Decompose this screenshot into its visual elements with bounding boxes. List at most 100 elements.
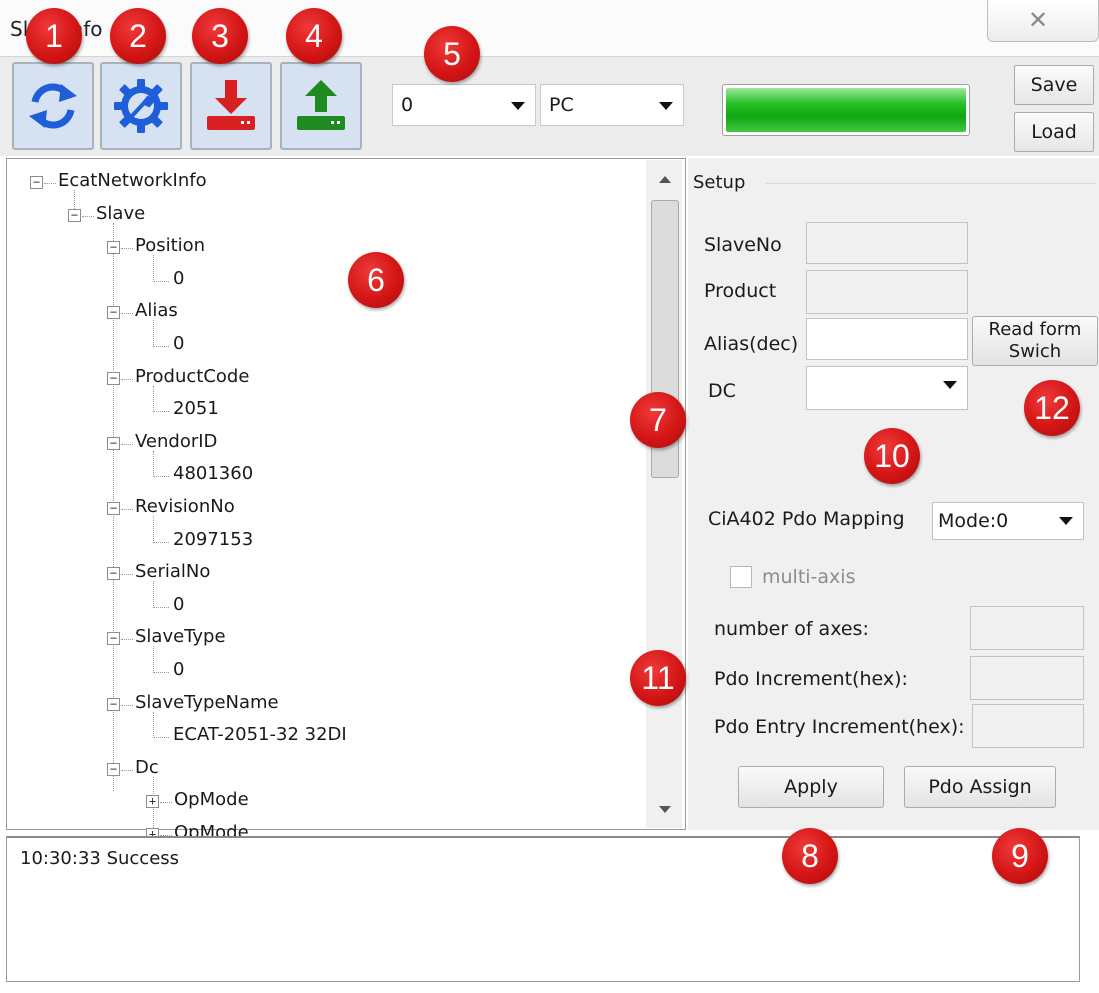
pdo-increment-field[interactable] bbox=[970, 656, 1084, 700]
refresh-icon bbox=[29, 83, 77, 129]
load-button[interactable]: Load bbox=[1014, 112, 1094, 152]
callout-badge-1: 1 bbox=[26, 8, 82, 64]
callout-badge-3: 3 bbox=[192, 8, 248, 64]
slave-index-value: 0 bbox=[401, 94, 414, 116]
apply-button[interactable]: Apply bbox=[738, 766, 884, 808]
collapse-toggle[interactable]: − bbox=[107, 502, 120, 515]
tree-connector bbox=[153, 737, 169, 739]
collapse-toggle[interactable]: − bbox=[107, 241, 120, 255]
pdo-mapping-value: Mode:0 bbox=[938, 510, 1009, 532]
product-field bbox=[806, 270, 968, 314]
collapse-toggle[interactable]: − bbox=[107, 371, 120, 385]
num-axes-label: number of axes: bbox=[714, 618, 869, 640]
slave-no-label: SlaveNo bbox=[704, 234, 782, 256]
tree-node[interactable]: SerialNo bbox=[135, 561, 210, 582]
tree-node[interactable]: ProductCode bbox=[135, 366, 249, 387]
tree-node[interactable]: VendorID bbox=[135, 431, 217, 452]
multi-axis-label: multi-axis bbox=[762, 566, 856, 588]
callout-badge-4: 4 bbox=[286, 8, 342, 64]
pdo-increment-label: Pdo Increment(hex): bbox=[714, 668, 908, 690]
tree-connector bbox=[121, 313, 133, 315]
product-label: Product bbox=[704, 280, 777, 302]
tree-connector bbox=[153, 280, 169, 282]
alias-label: Alias(dec) bbox=[704, 333, 799, 355]
tree-connector bbox=[74, 190, 75, 209]
tree-connector bbox=[153, 581, 154, 606]
refresh-button[interactable] bbox=[12, 62, 94, 150]
tree-connector bbox=[153, 476, 169, 478]
pdo-entry-increment-field[interactable] bbox=[972, 704, 1084, 748]
tree-node-value[interactable]: 0 bbox=[173, 268, 184, 289]
collapse-toggle[interactable]: − bbox=[107, 697, 120, 711]
slave-index-select[interactable]: 0 bbox=[392, 84, 536, 126]
tree-node-value[interactable]: 0 bbox=[173, 594, 184, 615]
pdo-entry-increment-label: Pdo Entry Increment(hex): bbox=[714, 716, 965, 738]
tree-connector bbox=[121, 574, 133, 576]
tree-connector bbox=[82, 215, 94, 217]
collapse-toggle[interactable]: − bbox=[107, 436, 120, 450]
tree-connector bbox=[153, 606, 169, 608]
progress-fill bbox=[726, 88, 966, 132]
close-icon[interactable]: ✕ bbox=[1028, 2, 1048, 38]
source-value: PC bbox=[549, 94, 574, 116]
expand-toggle[interactable]: + bbox=[146, 795, 159, 809]
pdo-mapping-label: CiA402 Pdo Mapping bbox=[708, 508, 905, 530]
tree-node[interactable]: SlaveType bbox=[135, 626, 226, 647]
tree-connector bbox=[153, 320, 154, 345]
tree-node-value[interactable]: ECAT-2051-32 32DI bbox=[173, 724, 347, 745]
callout-badge-11: 11 bbox=[630, 650, 686, 706]
tree-node[interactable]: Dc bbox=[135, 757, 159, 778]
tree-node[interactable]: SlaveTypeName bbox=[135, 692, 279, 713]
settings-button[interactable] bbox=[100, 62, 182, 150]
source-select[interactable]: PC bbox=[540, 84, 684, 126]
tree-node[interactable]: RevisionNo bbox=[135, 496, 235, 517]
scroll-down-icon[interactable] bbox=[659, 806, 671, 813]
num-axes-field[interactable] bbox=[970, 606, 1084, 650]
collapse-toggle[interactable]: − bbox=[30, 176, 43, 189]
tree-node-value[interactable]: 0 bbox=[173, 333, 184, 354]
tree-node-value[interactable]: 2097153 bbox=[173, 529, 253, 550]
scroll-up-icon[interactable] bbox=[659, 176, 671, 183]
tree-node[interactable]: Alias bbox=[135, 300, 178, 321]
collapse-toggle[interactable]: − bbox=[107, 632, 120, 646]
tree-root[interactable]: EcatNetworkInfo bbox=[58, 170, 207, 191]
tree-connector bbox=[153, 346, 169, 347]
save-button[interactable]: Save bbox=[1014, 65, 1094, 105]
tree-connector bbox=[121, 704, 133, 706]
pdo-assign-button[interactable]: Pdo Assign bbox=[904, 766, 1056, 808]
collapse-toggle[interactable]: − bbox=[107, 306, 120, 320]
download-icon bbox=[207, 80, 255, 130]
tree-connector bbox=[121, 248, 133, 250]
tree-slave[interactable]: Slave bbox=[96, 203, 145, 224]
tree-node[interactable]: OpMode bbox=[174, 789, 249, 810]
upload-icon bbox=[297, 80, 345, 130]
tree-connector bbox=[44, 183, 56, 184]
collapse-toggle[interactable]: − bbox=[68, 208, 81, 222]
tree-connector bbox=[121, 769, 133, 771]
tree-node[interactable]: Position bbox=[135, 235, 205, 256]
tree-connector bbox=[153, 672, 169, 673]
read-switch-label-1: Read form bbox=[988, 319, 1082, 340]
multi-axis-checkbox[interactable] bbox=[730, 566, 752, 588]
tree-connector bbox=[121, 639, 133, 641]
tree-connector bbox=[153, 255, 154, 280]
tree-node-value[interactable]: 4801360 bbox=[173, 463, 253, 484]
tree-connector bbox=[153, 516, 154, 541]
alias-input[interactable] bbox=[806, 318, 968, 360]
tree-connector bbox=[160, 802, 172, 804]
chevron-down-icon bbox=[659, 102, 673, 110]
collapse-toggle[interactable]: − bbox=[107, 762, 120, 776]
tree-node-value[interactable]: 2051 bbox=[173, 398, 219, 419]
tree-connector bbox=[153, 411, 169, 413]
callout-badge-2: 2 bbox=[110, 8, 166, 64]
slave-no-field bbox=[806, 222, 968, 264]
tree-node-value[interactable]: 0 bbox=[173, 659, 184, 680]
download-button[interactable] bbox=[190, 62, 272, 150]
read-switch-label-2: Swich bbox=[1008, 341, 1062, 362]
read-from-switch-button[interactable]: Read form Swich bbox=[972, 316, 1098, 366]
upload-button[interactable] bbox=[280, 62, 362, 150]
collapse-toggle[interactable]: − bbox=[107, 567, 120, 581]
gear-wrench-icon bbox=[114, 79, 168, 133]
tree-connector bbox=[121, 443, 133, 445]
setup-group-label: Setup bbox=[693, 172, 746, 193]
